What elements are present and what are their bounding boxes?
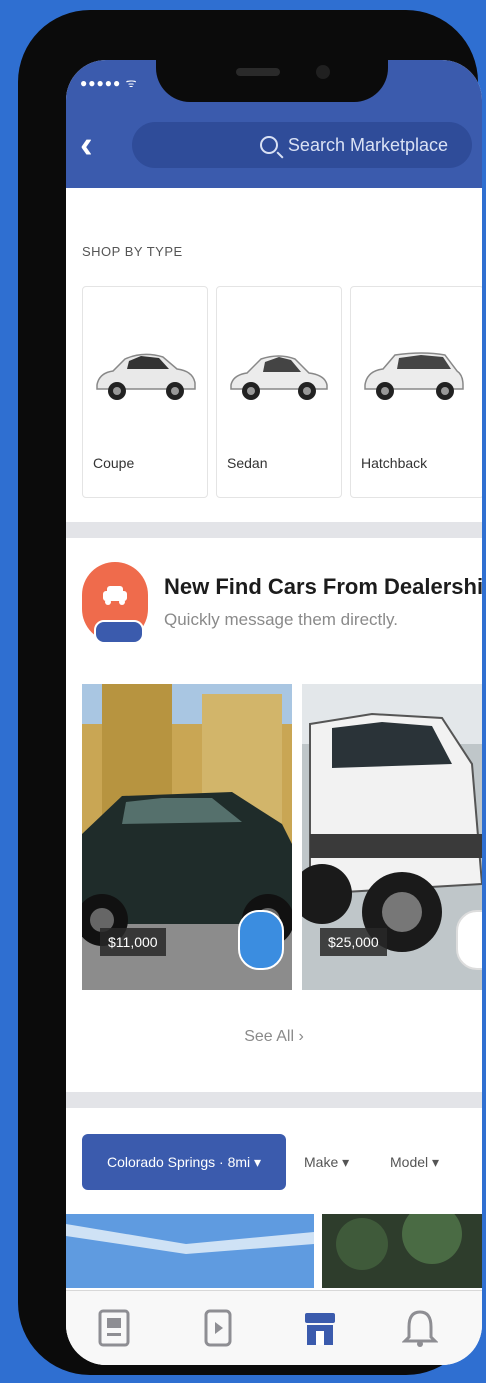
listing-price-1: $11,000	[100, 928, 166, 956]
app-screen: ●●●●● ᯤ ‹ Search Marketplace SHOP BY TYP…	[66, 60, 482, 1365]
listing-photo-3[interactable]	[66, 1214, 314, 1288]
news-feed-icon[interactable]	[96, 1309, 132, 1347]
bottom-tab-bar	[66, 1290, 482, 1365]
front-camera	[316, 65, 330, 79]
new-badge	[94, 620, 144, 644]
type-card-sedan[interactable]: Sedan	[216, 286, 342, 498]
type-label-sedan: Sedan	[227, 455, 268, 471]
listing-card-2[interactable]: $25,000	[302, 684, 482, 990]
top-nav-bar: ‹ Search Marketplace	[66, 100, 482, 188]
section-divider	[66, 522, 482, 538]
phone-frame: ●●●●● ᯤ ‹ Search Marketplace SHOP BY TYP…	[18, 10, 482, 1375]
signal-indicator: ●●●●● ᯤ	[80, 76, 138, 90]
dealer-car-icon	[103, 586, 127, 605]
search-placeholder: Search Marketplace	[287, 134, 448, 155]
notifications-bell-icon[interactable]	[402, 1309, 438, 1347]
type-card-hatchback[interactable]: Hatchback	[350, 286, 482, 498]
listing-price-2: $25,000	[320, 928, 387, 956]
location-filter-button[interactable]: Colorado Springs · 8mi ▾	[82, 1134, 286, 1190]
make-filter-dropdown[interactable]: Make ▾	[304, 1134, 349, 1190]
section-divider	[66, 1092, 482, 1108]
sedan-car-icon	[230, 355, 328, 400]
type-label-coupe: Coupe	[93, 455, 135, 471]
dealer-badge-icon	[456, 910, 482, 970]
search-input[interactable]: Search Marketplace	[132, 122, 472, 168]
listing-card-1[interactable]: $11,000	[82, 684, 292, 990]
back-button[interactable]: ‹	[80, 126, 93, 164]
dealer-heading: New Find Cars From Dealership	[164, 574, 482, 599]
speaker-grille	[236, 68, 280, 76]
search-icon	[259, 136, 278, 154]
model-filter-dropdown[interactable]: Model ▾	[390, 1134, 439, 1190]
marketplace-icon[interactable]	[302, 1309, 338, 1347]
see-all-link[interactable]: See All ›	[66, 1028, 482, 1046]
listing-photo-4[interactable]	[322, 1214, 482, 1288]
dealer-badge-icon	[238, 910, 284, 970]
section-title-shop-by-type: SHOP BY TYPE	[82, 244, 183, 259]
coupe-car-icon	[96, 353, 196, 400]
hatchback-car-icon	[364, 352, 464, 400]
video-icon[interactable]	[200, 1309, 236, 1347]
phone-notch	[156, 50, 388, 102]
dealer-subtitle: Quickly message them directly.	[164, 610, 398, 629]
type-card-coupe[interactable]: Coupe	[82, 286, 208, 498]
type-label-hatchback: Hatchback	[361, 455, 428, 471]
dealer-avatar	[82, 562, 148, 644]
